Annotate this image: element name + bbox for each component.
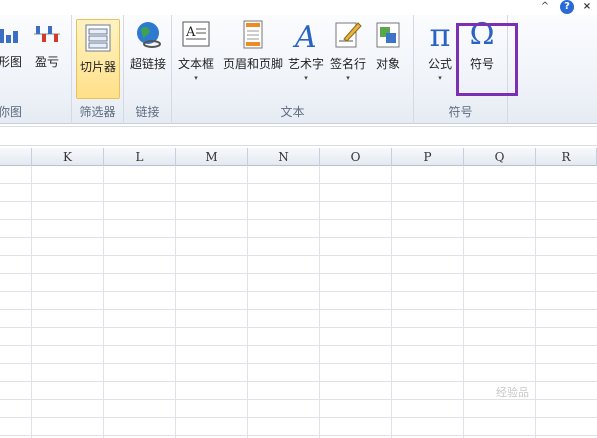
group-label-filter: 筛选器	[79, 105, 116, 119]
header-footer-button[interactable]: 页眉和页脚	[222, 19, 284, 72]
signature-line-dropdown-icon[interactable]: ▾	[328, 74, 368, 82]
title-strip: ^ ? ×	[0, 0, 597, 15]
signature-line-button[interactable]: 签名行 ▾	[328, 19, 368, 82]
column-header-k[interactable]: K	[32, 148, 104, 166]
slicer-button[interactable]: 切片器	[76, 19, 120, 99]
symbol-highlight-box	[456, 23, 518, 96]
wordart-label: 艺术字	[287, 57, 324, 71]
textbox-label: 文本框	[177, 57, 214, 71]
column-header-p[interactable]: P	[392, 148, 464, 166]
column-header-o[interactable]: O	[320, 148, 392, 166]
group-filter: 切片器 筛选器	[72, 15, 124, 124]
grid-line	[463, 166, 464, 438]
header-footer-icon	[243, 20, 263, 49]
column-header-q[interactable]: Q	[464, 148, 536, 166]
watermark: 经验品	[496, 386, 529, 399]
grid-line	[391, 166, 392, 438]
hyperlink-globe-icon	[137, 22, 161, 48]
group-label-text: 文本	[280, 105, 305, 119]
equation-label: 公式	[427, 57, 452, 71]
signature-line-icon	[335, 22, 362, 48]
group-label-symbols: 符号	[448, 105, 473, 119]
group-text: A 文本框 ▾ 页眉和页脚 A 艺术字 ▾ 签名行 ▾ 对象 文本	[172, 15, 414, 124]
slicer-label: 切片器	[79, 60, 116, 74]
column-header-n[interactable]: N	[248, 148, 320, 166]
object-label: 对象	[375, 57, 400, 71]
hyperlink-button[interactable]: 超链接	[126, 19, 170, 72]
signature-line-label: 签名行	[329, 57, 366, 71]
column-header-l[interactable]: L	[104, 148, 176, 166]
svg-text:A: A	[292, 20, 317, 51]
hyperlink-label: 超链接	[129, 57, 166, 71]
column-header-m[interactable]: M	[176, 148, 248, 166]
help-icon[interactable]: ?	[560, 0, 574, 14]
sparkline-column-button[interactable]: 形图	[0, 19, 26, 70]
group-label-links: 链接	[135, 105, 160, 119]
equation-dropdown-icon[interactable]: ▾	[420, 74, 460, 82]
collapse-ribbon-icon[interactable]: ^	[538, 0, 552, 14]
grid-line	[247, 166, 248, 438]
wordart-dropdown-icon[interactable]: ▾	[286, 74, 326, 82]
wordart-button[interactable]: A 艺术字 ▾	[286, 19, 326, 82]
group-label-sparklines: 你图	[0, 105, 23, 119]
grid-line	[535, 166, 536, 438]
group-links: 超链接 链接	[124, 15, 172, 124]
formula-bar[interactable]	[0, 126, 597, 146]
group-sparklines: 形图 盈亏 你图	[0, 15, 72, 124]
bar-sparkline-icon	[0, 29, 18, 43]
textbox-icon: A	[182, 21, 210, 47]
sparkline-winloss-button[interactable]: 盈亏	[30, 19, 64, 70]
grid-line	[103, 166, 104, 438]
sparkline-column-label: 形图	[0, 55, 22, 69]
object-button[interactable]: 对象	[370, 19, 406, 72]
svg-text:A: A	[185, 25, 196, 40]
object-icon	[376, 22, 400, 48]
column-header-row: K L M N O P Q R	[0, 148, 597, 166]
header-footer-label: 页眉和页脚	[222, 57, 283, 71]
column-header-r[interactable]: R	[536, 148, 597, 166]
textbox-dropdown-icon[interactable]: ▾	[176, 74, 216, 82]
winloss-sparkline-icon	[34, 26, 60, 42]
grid-line	[31, 166, 32, 438]
close-icon[interactable]: ×	[580, 0, 594, 14]
sparkline-winloss-label: 盈亏	[34, 55, 59, 69]
slicer-icon	[85, 24, 111, 52]
column-header-partial[interactable]	[0, 148, 32, 166]
grid-line	[319, 166, 320, 438]
grid-line	[175, 166, 176, 438]
equation-button[interactable]: π 公式 ▾	[420, 19, 460, 82]
pi-equation-icon: π	[429, 16, 451, 54]
wordart-icon: A	[292, 20, 317, 51]
textbox-button[interactable]: A 文本框 ▾	[176, 19, 216, 82]
